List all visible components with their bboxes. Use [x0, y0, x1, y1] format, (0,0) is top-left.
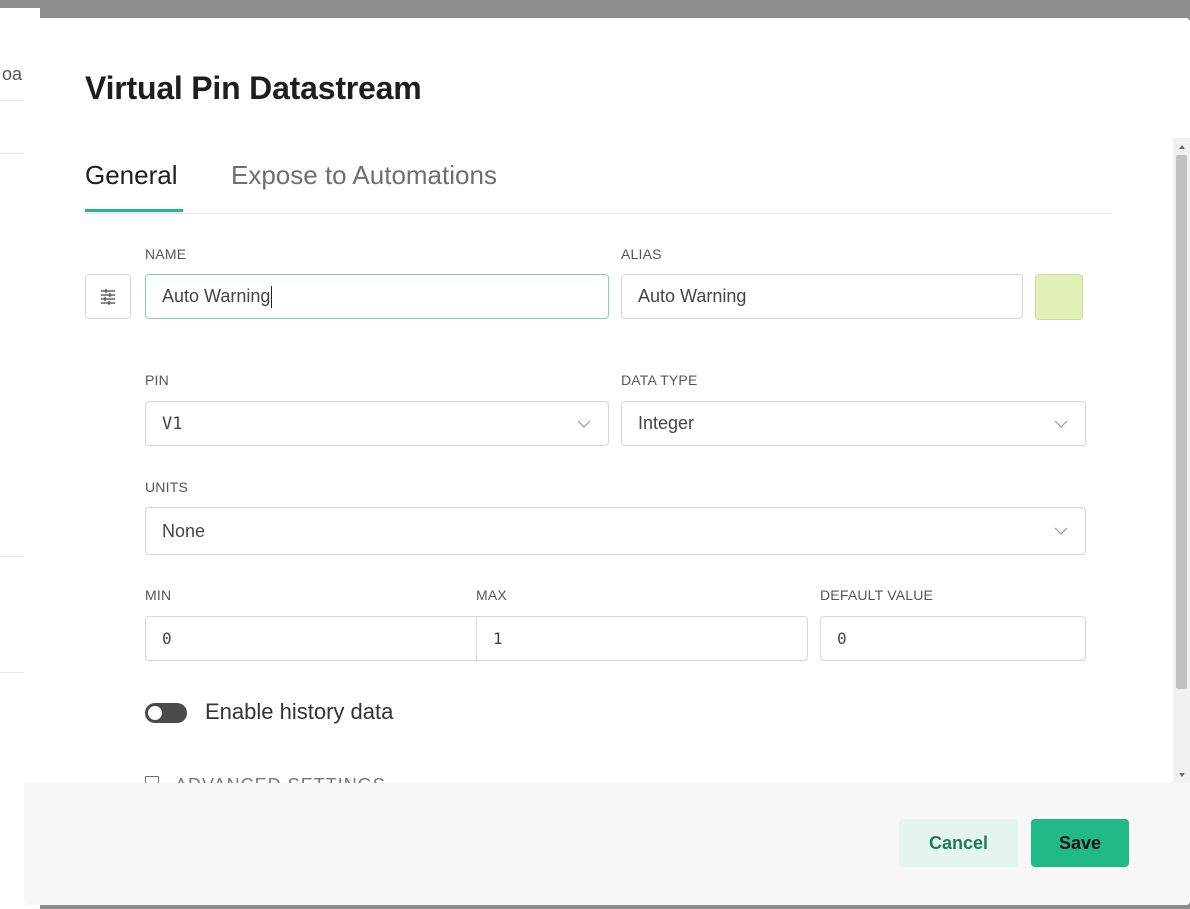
default-value-input[interactable]: 0: [820, 616, 1086, 661]
default-value-input-value: 0: [837, 629, 847, 648]
data-type-select[interactable]: Integer: [621, 401, 1086, 446]
pin-label: PIN: [145, 372, 169, 388]
name-input-value: Auto Warning: [162, 286, 271, 306]
name-input[interactable]: Auto Warning: [145, 274, 609, 319]
pin-select-value: V1: [162, 413, 183, 434]
dialog-footer: Cancel Save: [24, 783, 1190, 905]
pin-select[interactable]: V1: [145, 401, 609, 446]
sliders-icon: [101, 288, 115, 305]
save-button[interactable]: Save: [1031, 819, 1129, 867]
min-input-value: 0: [162, 629, 172, 648]
chevron-down-icon: [1053, 416, 1069, 432]
background-page-text: oa: [2, 64, 23, 84]
tab-expose-to-automations[interactable]: Expose to Automations: [231, 160, 497, 209]
scrollbar-thumb[interactable]: [1176, 155, 1187, 689]
min-label: MIN: [145, 587, 172, 603]
units-label: UNITS: [145, 479, 188, 495]
data-type-select-value: Integer: [638, 413, 695, 433]
scrollbar[interactable]: [1173, 138, 1190, 783]
data-type-label: DATA TYPE: [621, 372, 698, 388]
max-input-value: 1: [493, 629, 503, 648]
datastream-dialog: Virtual Pin Datastream General Expose to…: [24, 18, 1190, 905]
cancel-button[interactable]: Cancel: [899, 819, 1018, 867]
units-select-value: None: [162, 520, 206, 541]
tab-bar: General Expose to Automations: [85, 158, 1112, 214]
units-select[interactable]: None: [145, 507, 1086, 555]
toggle-knob: [148, 706, 162, 720]
tab-general[interactable]: General: [85, 160, 183, 212]
max-label: MAX: [476, 587, 507, 603]
chevron-down-icon: [576, 416, 592, 432]
history-data-toggle[interactable]: [145, 703, 187, 723]
history-data-label: Enable history data: [205, 699, 394, 724]
max-input[interactable]: 1: [476, 616, 808, 661]
chevron-down-icon: [1053, 523, 1069, 539]
color-swatch-button[interactable]: [1035, 274, 1083, 320]
min-input[interactable]: 0: [145, 616, 477, 661]
alias-input-value: Auto Warning: [638, 286, 747, 306]
scroll-down-icon[interactable]: [1173, 766, 1190, 783]
scroll-up-icon[interactable]: [1173, 138, 1190, 155]
alias-input[interactable]: Auto Warning: [621, 274, 1023, 319]
icon-picker-button[interactable]: [85, 274, 131, 319]
name-label: NAME: [145, 246, 187, 262]
default-value-label: DEFAULT VALUE: [820, 587, 934, 603]
alias-label: ALIAS: [621, 246, 662, 262]
dialog-title: Virtual Pin Datastream: [85, 70, 422, 106]
text-cursor: [271, 285, 273, 308]
